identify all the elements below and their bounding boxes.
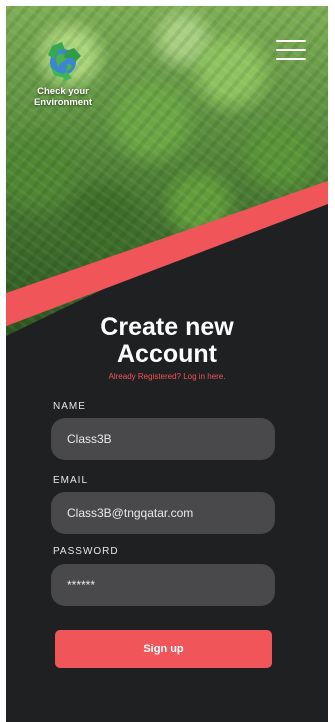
name-label: NAME: [53, 401, 86, 412]
name-input[interactable]: [51, 418, 275, 460]
menu-line: [276, 49, 306, 51]
email-label: EMAIL: [53, 475, 89, 486]
recycle-globe-icon: [48, 42, 81, 82]
brand-name: Check your Environment: [33, 86, 93, 108]
menu-line: [276, 40, 306, 42]
password-input[interactable]: [51, 564, 275, 606]
hamburger-menu-icon[interactable]: [276, 38, 306, 62]
menu-line: [276, 58, 306, 60]
page-title: Create new Account: [100, 313, 234, 368]
app-frame: Check your Environment Create new Account…: [6, 6, 328, 722]
login-link[interactable]: Already Registered? Log in here.: [6, 372, 328, 381]
password-label: PASSWORD: [53, 546, 119, 557]
sign-up-button[interactable]: Sign up: [55, 630, 272, 668]
email-input[interactable]: [51, 492, 275, 534]
brand-logo[interactable]: Check your Environment: [24, 38, 102, 108]
